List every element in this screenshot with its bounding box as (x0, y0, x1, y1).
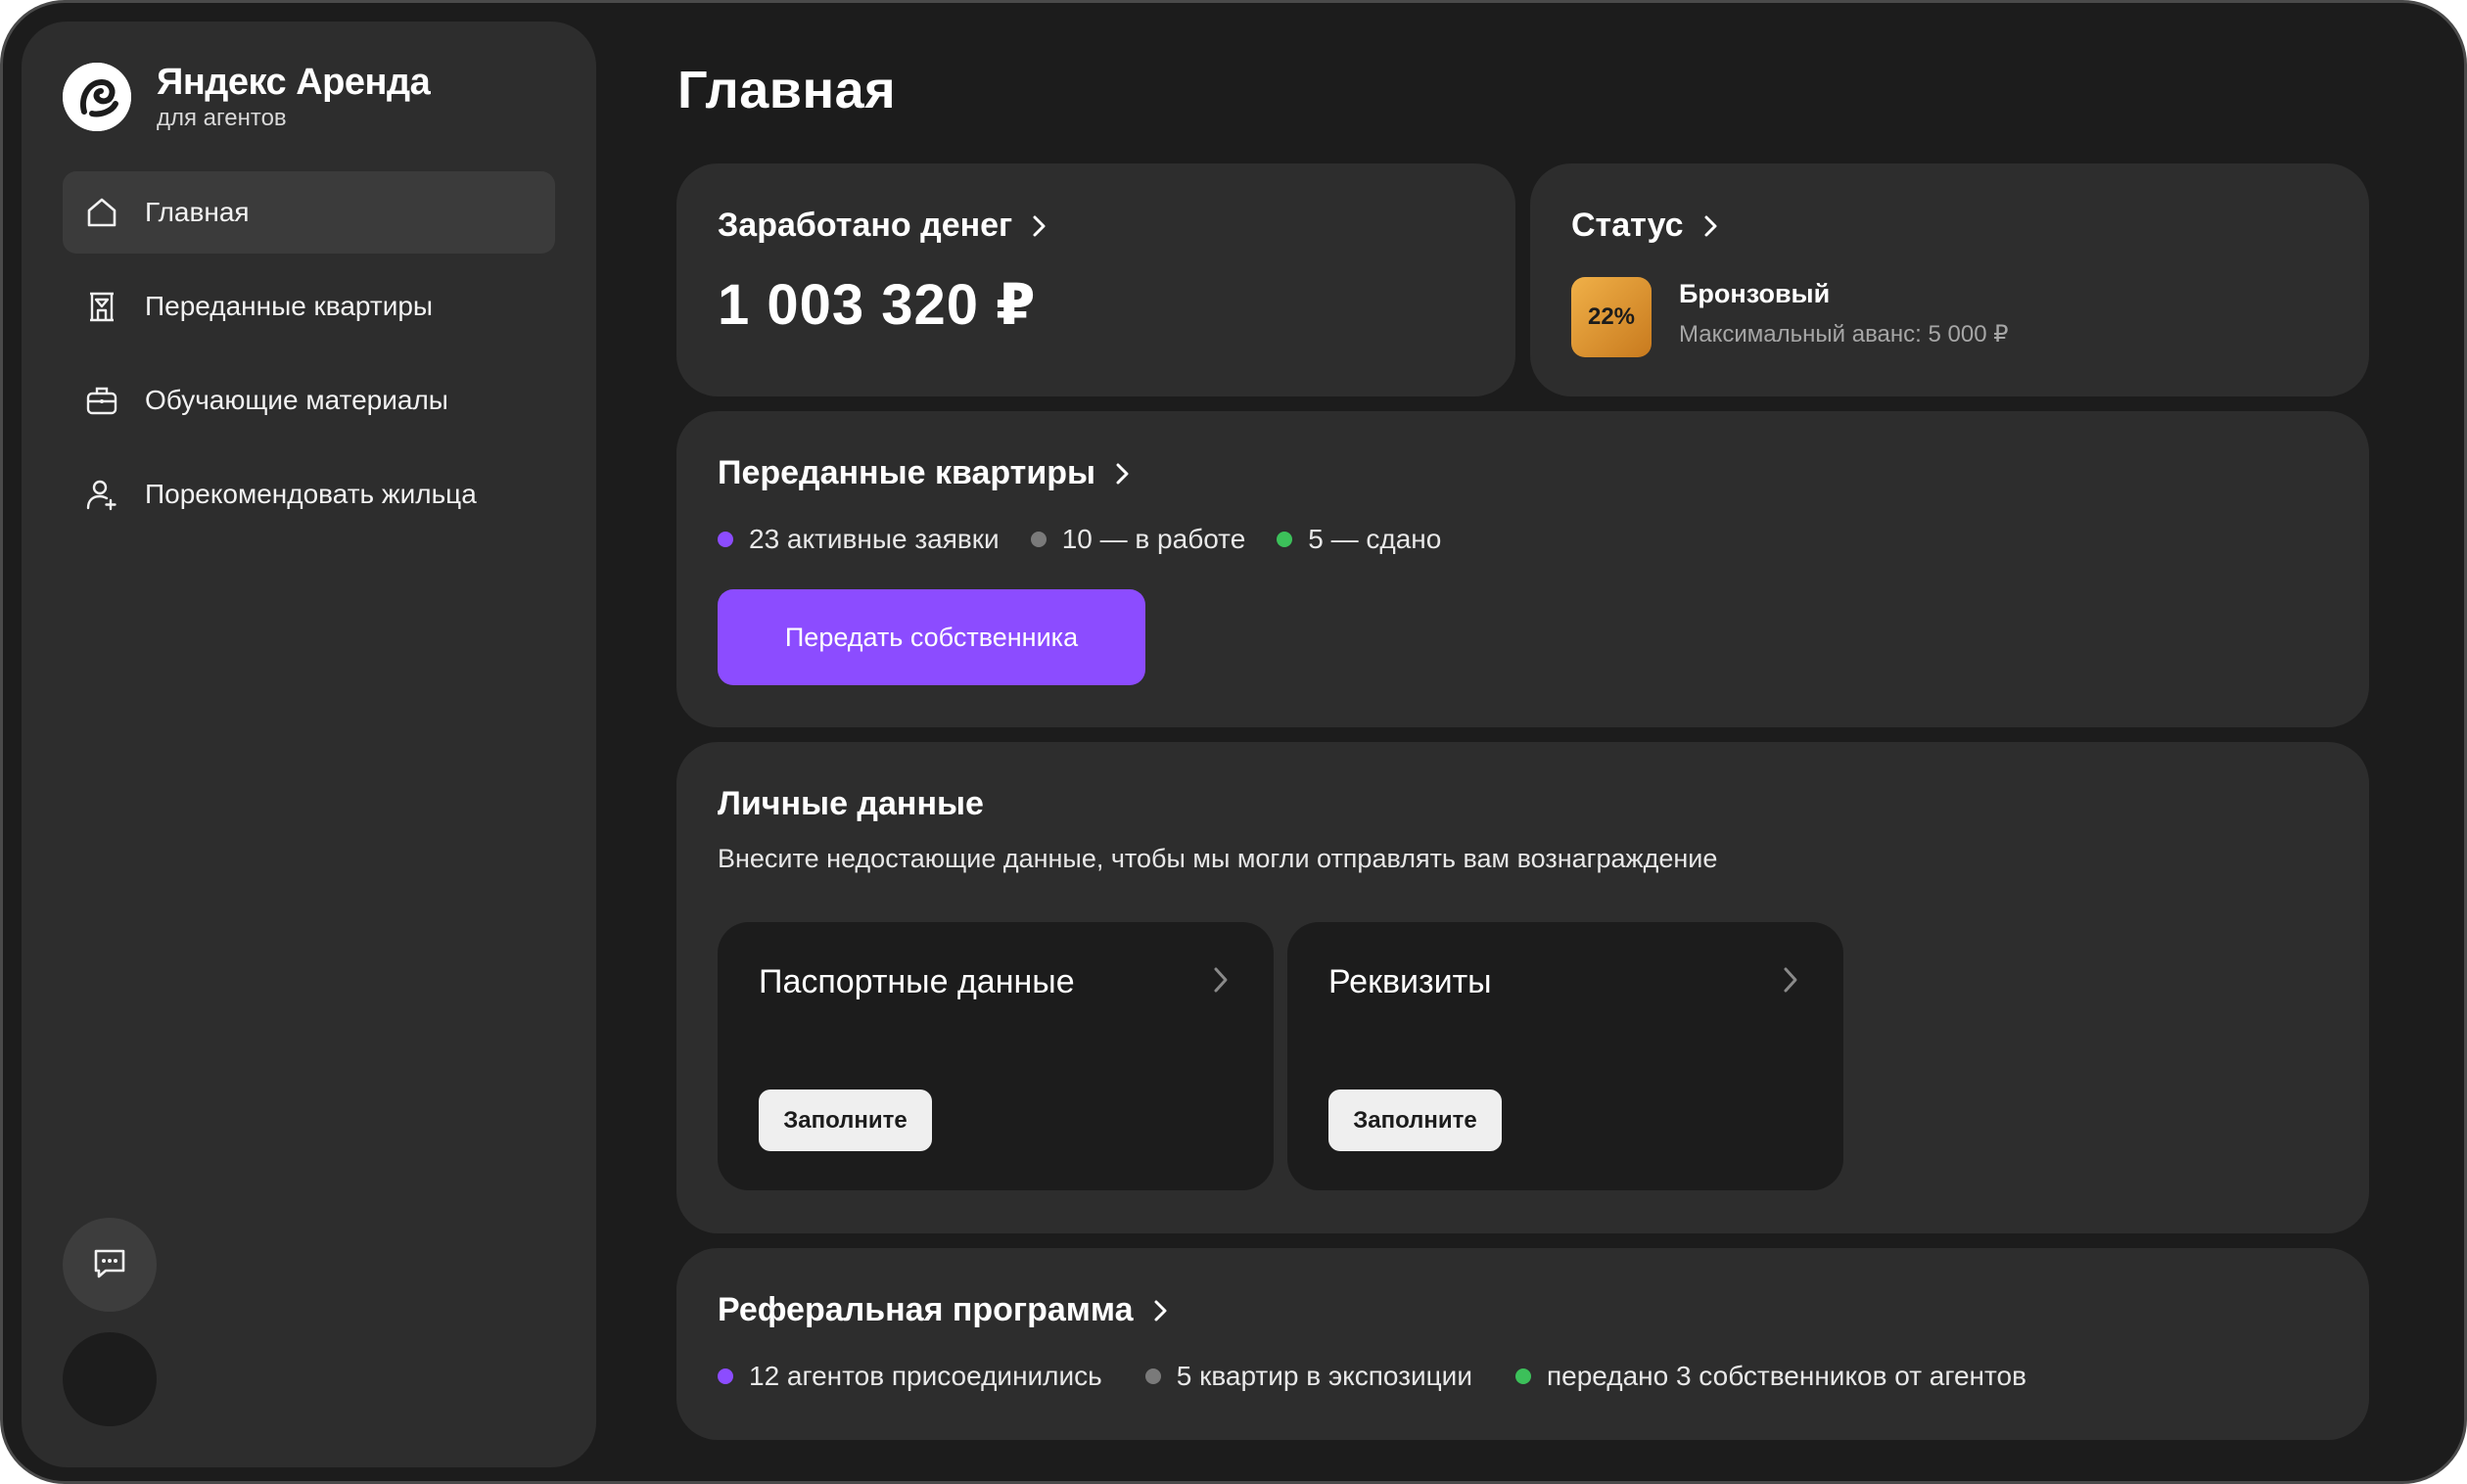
referral-card: Реферальная программа 12 агентов присоед… (676, 1248, 2369, 1440)
status-level: Бронзовый (1679, 279, 1831, 308)
status-dot-icon (1277, 532, 1293, 547)
earned-amount: 1 003 320 ₽ (718, 273, 1037, 337)
earned-card[interactable]: Заработано денег 1 003 320 ₽ (676, 163, 1515, 396)
building-icon (82, 287, 121, 326)
status-dot-icon (1030, 532, 1047, 547)
apartments-title: Переданные квартиры (718, 454, 1096, 491)
status-title: Статус (1571, 207, 1684, 244)
status-advance: Максимальный аванс: 5 000 ₽ (1679, 321, 2009, 348)
sidebar-item-learning[interactable]: Обучающие материалы (63, 359, 555, 441)
sidebar-item-label: Главная (145, 197, 250, 227)
sidebar-item-label: Обучающие материалы (145, 385, 448, 415)
status-badge: 22% (1571, 277, 1652, 357)
status-dot-icon (718, 532, 733, 547)
stat-text: 10 — в работе (1061, 524, 1246, 554)
fill-passport-button[interactable]: Заполните (759, 1090, 932, 1151)
brand-logo[interactable]: Яндекс Аренда для агентов (63, 61, 431, 133)
briefcase-icon (82, 381, 121, 420)
stat-text: 23 активные заявки (749, 524, 1000, 554)
earned-title: Заработано денег (718, 207, 1013, 244)
status-dot-icon (1514, 1368, 1531, 1384)
apartments-stats: 23 активные заявки 10 — в работе 5 — сда… (718, 524, 1472, 555)
requisites-card[interactable]: Реквизиты Заполните (1287, 922, 1843, 1190)
sidebar-nav: Главная Переданные квартиры Обучающие ма… (63, 171, 555, 547)
passport-card[interactable]: Паспортные данные Заполните (718, 922, 1274, 1190)
app-window: Яндекс Аренда для агентов Главная Переда… (0, 0, 2467, 1484)
page-title: Главная (677, 61, 897, 119)
add-user-icon (82, 475, 121, 514)
stat-item: 10 — в работе (1030, 524, 1246, 555)
sidebar-item-recommend[interactable]: Порекомендовать жильца (63, 453, 555, 535)
status-dot-icon (1144, 1368, 1161, 1384)
stat-text: 12 агентов присоединились (749, 1361, 1102, 1391)
referral-header[interactable]: Реферальная программа (718, 1291, 1171, 1329)
stat-item: 5 — сдано (1277, 524, 1441, 555)
personal-data-card: Личные данные Внесите недостающие данные… (676, 742, 2369, 1233)
personal-description: Внесите недостающие данные, чтобы мы мог… (718, 844, 1718, 873)
stat-item: 12 агентов присоединились (718, 1361, 1102, 1392)
sidebar: Яндекс Аренда для агентов Главная Переда… (22, 22, 596, 1467)
stat-text: 5 квартир в экспозиции (1176, 1361, 1472, 1391)
sidebar-item-label: Переданные квартиры (145, 291, 434, 321)
status-header[interactable]: Статус (1571, 207, 1721, 245)
status-dot-icon (718, 1368, 733, 1384)
chevron-right-icon (1701, 213, 1721, 239)
stat-text: передано 3 собственников от агентов (1546, 1361, 2026, 1391)
apartments-card: Переданные квартиры 23 активные заявки 1… (676, 411, 2369, 727)
stat-item: 23 активные заявки (718, 524, 1000, 555)
chevron-right-icon (1113, 461, 1133, 487)
sidebar-item-home[interactable]: Главная (63, 171, 555, 254)
referral-stats: 12 агентов присоединились 5 квартир в эк… (718, 1361, 2058, 1392)
brand-name: Яндекс Аренда (157, 62, 431, 103)
passport-title: Паспортные данные (759, 963, 1075, 1000)
avatar[interactable] (63, 1332, 157, 1426)
brand-subtitle: для агентов (157, 105, 287, 131)
chevron-right-icon (1151, 1298, 1171, 1323)
earned-header[interactable]: Заработано денег (718, 207, 1049, 245)
chevron-right-icon (1781, 965, 1800, 999)
stat-text: 5 — сдано (1308, 524, 1442, 554)
home-icon (82, 193, 121, 232)
stat-item: передано 3 собственников от агентов (1514, 1361, 2026, 1392)
chevron-right-icon (1030, 213, 1049, 239)
chat-icon (90, 1243, 129, 1287)
sidebar-item-label: Порекомендовать жильца (145, 479, 477, 509)
requisites-title: Реквизиты (1328, 963, 1492, 1000)
chevron-right-icon (1211, 965, 1231, 999)
chat-button[interactable] (63, 1218, 157, 1312)
apartments-header[interactable]: Переданные квартиры (718, 454, 1133, 492)
personal-title: Личные данные (718, 785, 984, 822)
yandex-arenda-logo-icon (63, 63, 131, 131)
status-card[interactable]: Статус 22% Бронзовый Максимальный аванс:… (1530, 163, 2369, 396)
sidebar-item-apartments[interactable]: Переданные квартиры (63, 265, 555, 348)
personal-header: Личные данные (718, 785, 984, 823)
referral-title: Реферальная программа (718, 1291, 1134, 1328)
fill-requisites-button[interactable]: Заполните (1328, 1090, 1502, 1151)
stat-item: 5 квартир в экспозиции (1144, 1361, 1472, 1392)
transfer-owner-button[interactable]: Передать собственника (718, 589, 1145, 685)
